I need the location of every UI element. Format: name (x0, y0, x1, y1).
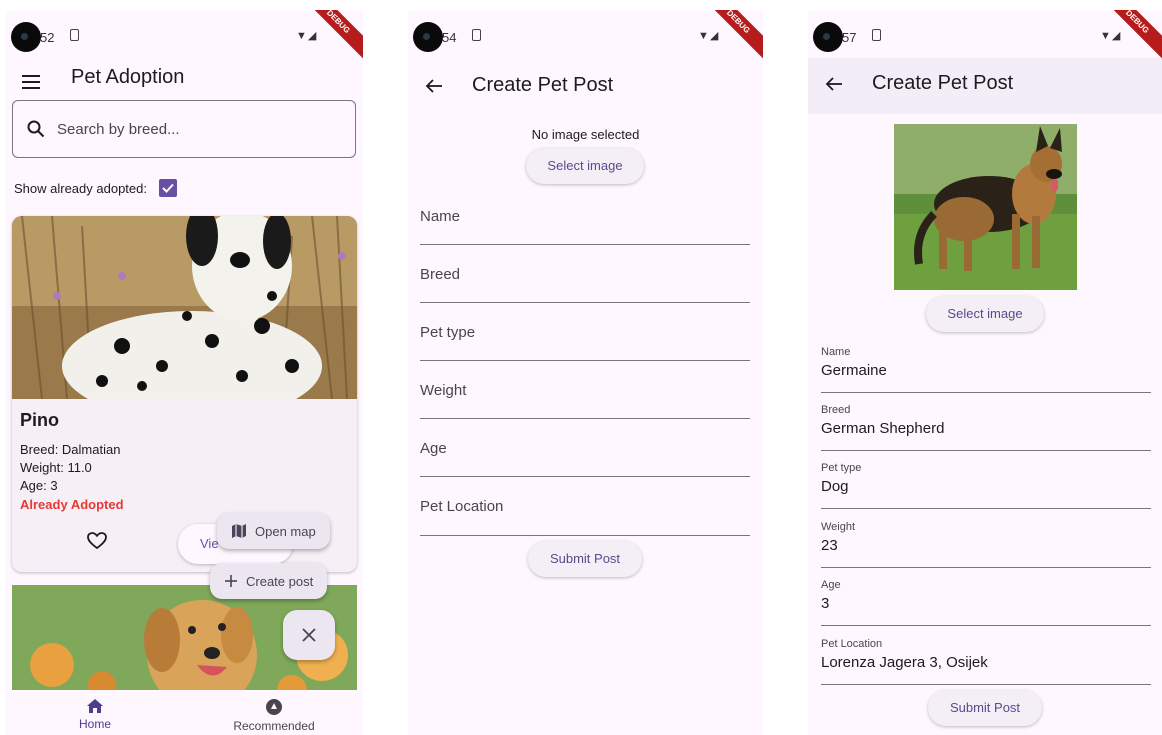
search-input[interactable]: Search by breed... (12, 100, 356, 158)
wifi-icon: ▼◢ (1100, 30, 1122, 42)
age-label: Age (420, 440, 447, 457)
recommended-icon (266, 699, 282, 715)
pet-location-field[interactable]: Pet Location (420, 490, 750, 536)
status-time: 54 (442, 30, 457, 45)
back-arrow-icon[interactable] (422, 74, 446, 98)
submit-post-button[interactable]: Submit Post (928, 690, 1042, 726)
status-time: 57 (842, 30, 857, 45)
front-camera (11, 22, 41, 52)
open-map-button[interactable]: Open map (217, 513, 330, 549)
name-label: Name (420, 208, 461, 225)
submit-post-button[interactable]: Submit Post (528, 541, 642, 577)
open-map-label: Open map (255, 523, 316, 539)
status-time: 52 (40, 30, 55, 45)
front-camera (413, 22, 443, 52)
front-camera (813, 22, 843, 52)
create-post-empty-screen: 54 ▼◢ DEBUG Create Pet Post No image sel… (408, 10, 763, 735)
show-adopted-checkbox[interactable] (158, 179, 177, 197)
search-icon (27, 120, 45, 143)
pet-location-label: Pet Location (821, 638, 883, 650)
show-adopted-row: Show already adopted: (14, 179, 177, 197)
pet-breed: Breed: Dalmatian (20, 442, 121, 457)
pet-adoption-screen: 52 ▼◢ DEBUG Pet Adoption Search by breed… (6, 10, 363, 735)
show-adopted-label: Show already adopted: (14, 180, 147, 196)
plus-icon (225, 575, 237, 587)
create-post-label: Create post (246, 573, 314, 589)
create-post-filled-screen: 57 ▼◢ DEBUG Create Pet Post Select image… (808, 10, 1162, 735)
selected-pet-image (894, 124, 1077, 290)
pet-type-field[interactable]: Pet type Dog (821, 462, 1151, 509)
select-image-button[interactable]: Select image (526, 148, 644, 184)
home-icon (87, 699, 103, 713)
pet-weight: Weight: 11.0 (20, 460, 92, 475)
close-fab-button[interactable] (283, 610, 335, 660)
breed-label: Breed (821, 404, 851, 416)
breed-value: German Shepherd (821, 420, 945, 437)
pet-location-value: Lorenza Jagera 3, Osijek (821, 654, 988, 671)
name-label: Name (821, 346, 851, 358)
age-label: Age (821, 579, 841, 591)
search-placeholder: Search by breed... (57, 121, 180, 138)
map-icon (232, 524, 246, 538)
weight-value: 23 (821, 537, 838, 554)
pet-type-value: Dog (821, 478, 849, 495)
nav-recommended[interactable]: Recommended (214, 698, 334, 733)
sim-icon (872, 29, 881, 41)
close-icon (302, 628, 316, 642)
weight-label: Weight (420, 382, 467, 399)
nav-home-label: Home (78, 717, 111, 731)
heart-icon[interactable] (87, 532, 107, 555)
pet-type-label: Pet type (420, 324, 476, 341)
create-post-button[interactable]: Create post (210, 563, 328, 599)
no-image-text: No image selected (531, 127, 640, 142)
weight-field[interactable]: Weight (420, 374, 750, 419)
page-title: Create Pet Post (872, 72, 1014, 94)
page-title: Create Pet Post (472, 74, 614, 96)
pet-type-field[interactable]: Pet type (420, 316, 750, 361)
age-field[interactable]: Age (420, 432, 750, 477)
sim-icon (472, 29, 481, 41)
breed-field[interactable]: Breed German Shepherd (821, 404, 1151, 451)
pet-type-label: Pet type (821, 462, 862, 474)
sim-icon (70, 29, 79, 41)
back-arrow-icon[interactable] (822, 72, 846, 96)
adopted-status: Already Adopted (20, 497, 124, 512)
bottom-navigation: Home Recommended (6, 690, 363, 735)
pet-location-field[interactable]: Pet Location Lorenza Jagera 3, Osijek (821, 638, 1151, 685)
name-field[interactable]: Name Germaine (821, 346, 1151, 393)
weight-field[interactable]: Weight 23 (821, 521, 1151, 568)
pet-location-label: Pet Location (420, 498, 504, 515)
page-title: Pet Adoption (71, 66, 185, 88)
wifi-icon: ▼◢ (698, 30, 720, 42)
breed-label: Breed (420, 266, 461, 283)
status-bar: 52 ▼◢ DEBUG (6, 10, 363, 67)
pet-name: Pino (20, 410, 59, 430)
status-bar: 54 ▼◢ DEBUG (408, 10, 763, 67)
name-field[interactable]: Name (420, 200, 750, 245)
age-field[interactable]: Age 3 (821, 579, 1151, 626)
status-bar: 57 ▼◢ DEBUG (808, 10, 1162, 67)
weight-label: Weight (821, 521, 856, 533)
wifi-icon: ▼◢ (296, 30, 318, 42)
age-value: 3 (821, 595, 830, 612)
pet-age: Age: 3 (20, 478, 58, 493)
select-image-button[interactable]: Select image (926, 296, 1044, 332)
nav-home[interactable]: Home (35, 698, 155, 731)
pet-photo-dalmatian (12, 216, 357, 399)
breed-field[interactable]: Breed (420, 258, 750, 303)
check-icon (162, 183, 174, 193)
nav-recommended-label: Recommended (233, 719, 315, 733)
menu-icon[interactable] (18, 68, 46, 96)
name-value: Germaine (821, 362, 887, 379)
